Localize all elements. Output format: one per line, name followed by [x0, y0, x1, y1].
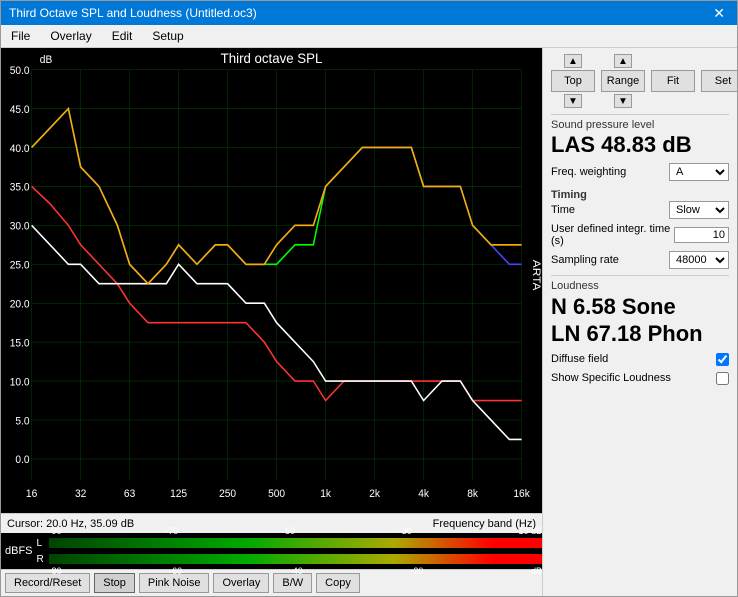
spl-value: LAS 48.83 dB [551, 133, 729, 157]
svg-text:250: 250 [219, 488, 236, 500]
top-down-button[interactable]: ▼ [564, 94, 582, 108]
content-area: 50.0 45.0 40.0 35.0 30.0 25.0 20.0 15.0 … [1, 48, 737, 596]
svg-text:20.0: 20.0 [10, 298, 30, 310]
svg-text:35.0: 35.0 [10, 181, 30, 193]
dbfs-ticks-bottom: -80 -60 -40 -20 dB [49, 566, 542, 576]
svg-text:2k: 2k [369, 488, 380, 500]
top-up-button[interactable]: ▲ [564, 54, 582, 68]
pink-noise-button[interactable]: Pink Noise [139, 573, 210, 593]
freq-weighting-select[interactable]: A B C Z [669, 163, 729, 181]
svg-text:125: 125 [170, 488, 187, 500]
chart-svg: 50.0 45.0 40.0 35.0 30.0 25.0 20.0 15.0 … [1, 48, 542, 513]
time-label: Time [551, 204, 575, 216]
menu-setup[interactable]: Setup [146, 27, 189, 45]
svg-text:45.0: 45.0 [10, 104, 30, 116]
range-down-button[interactable]: ▼ [614, 94, 632, 108]
svg-text:500: 500 [268, 488, 285, 500]
user-defined-input[interactable] [674, 227, 729, 243]
svg-text:dB: dB [40, 54, 52, 66]
user-defined-label: User defined integr. time (s) [551, 223, 672, 247]
svg-text:4k: 4k [418, 488, 429, 500]
svg-text:15.0: 15.0 [10, 337, 30, 349]
svg-text:25.0: 25.0 [10, 259, 30, 271]
fit-ctrl-group: Fit [651, 54, 695, 108]
range-ctrl-group: ▲ Range ▼ [601, 54, 645, 108]
range-label: Range [601, 70, 645, 92]
menu-overlay[interactable]: Overlay [44, 27, 97, 45]
chart-area: 50.0 45.0 40.0 35.0 30.0 25.0 20.0 15.0 … [1, 48, 542, 596]
set-ctrl-group: Set [701, 54, 737, 108]
svg-text:1k: 1k [320, 488, 331, 500]
svg-text:10.0: 10.0 [10, 376, 30, 388]
close-button[interactable]: ✕ [709, 5, 729, 22]
spl-label: Sound pressure level [551, 119, 729, 131]
svg-text:5.0: 5.0 [15, 415, 29, 427]
dbfs-L-label: L [37, 538, 49, 549]
chart-wrapper: 50.0 45.0 40.0 35.0 30.0 25.0 20.0 15.0 … [1, 48, 542, 513]
svg-text:63: 63 [124, 488, 135, 500]
svg-text:30.0: 30.0 [10, 220, 30, 232]
title-bar: Third Octave SPL and Loudness (Untitled.… [1, 1, 737, 25]
svg-text:50.0: 50.0 [10, 65, 30, 77]
dbfs-bar: dBFS L -90 -70 -50 -30 -10 dB [1, 533, 542, 569]
svg-text:ARTA: ARTA [530, 260, 542, 291]
show-specific-label: Show Specific Loudness [551, 372, 671, 384]
copy-button[interactable]: Copy [316, 573, 360, 593]
top-ctrl-group: ▲ Top ▼ [551, 54, 595, 108]
svg-text:32: 32 [75, 488, 86, 500]
loudness-n-value: N 6.58 Sone LN 67.18 Phon [551, 294, 729, 347]
dbfs-scale: L -90 -70 -50 -30 -10 dB R [37, 536, 542, 567]
right-panel: ▲ Top ▼ ▲ Range ▼ Fit Set [542, 48, 737, 596]
spl-section: Sound pressure level LAS 48.83 dB [551, 114, 729, 157]
show-specific-row: Show Specific Loudness [551, 372, 729, 385]
set-button[interactable]: Set [701, 70, 737, 92]
dbfs-row-R: R -80 -60 -40 -20 dB [37, 552, 542, 567]
menu-bar: File Overlay Edit Setup [1, 25, 737, 48]
dbfs-R-bar: -80 -60 -40 -20 dB [49, 554, 542, 564]
bw-button[interactable]: B/W [273, 573, 312, 593]
timing-time-row: Time Slow Fast [551, 201, 729, 219]
time-select[interactable]: Slow Fast [669, 201, 729, 219]
show-specific-checkbox[interactable] [716, 372, 729, 385]
dbfs-R-label: R [37, 554, 49, 565]
svg-text:8k: 8k [467, 488, 478, 500]
svg-text:0.0: 0.0 [15, 454, 29, 466]
top-controls: ▲ Top ▼ ▲ Range ▼ Fit Set [551, 54, 729, 108]
freq-weighting-label: Freq. weighting [551, 166, 626, 178]
diffuse-field-label: Diffuse field [551, 353, 608, 365]
user-defined-row: User defined integr. time (s) [551, 223, 729, 247]
dbfs-label: dBFS [1, 545, 37, 557]
window-title: Third Octave SPL and Loudness (Untitled.… [9, 6, 257, 20]
loudness-label: Loudness [551, 280, 729, 292]
svg-text:Third octave SPL: Third octave SPL [221, 51, 323, 66]
sampling-rate-select[interactable]: 48000 44100 96000 [669, 251, 729, 269]
dbfs-ticks-top: -90 -70 -50 -30 -10 dB [49, 526, 542, 536]
menu-edit[interactable]: Edit [106, 27, 139, 45]
range-up-button[interactable]: ▲ [614, 54, 632, 68]
diffuse-field-checkbox[interactable] [716, 353, 729, 366]
sampling-rate-label: Sampling rate [551, 254, 619, 266]
svg-text:16: 16 [26, 488, 37, 500]
timing-section: Timing Time Slow Fast User defined integ… [551, 187, 729, 269]
freq-weighting-row: Freq. weighting A B C Z [551, 163, 729, 181]
record-reset-button[interactable]: Record/Reset [5, 573, 90, 593]
svg-text:16k: 16k [513, 488, 530, 500]
loudness-section: Loudness N 6.58 Sone LN 67.18 Phon [551, 275, 729, 347]
fit-button[interactable]: Fit [651, 70, 695, 92]
stop-button[interactable]: Stop [94, 573, 135, 593]
timing-label: Timing [551, 189, 729, 201]
diffuse-field-row: Diffuse field [551, 353, 729, 366]
sampling-rate-row: Sampling rate 48000 44100 96000 [551, 251, 729, 269]
overlay-button[interactable]: Overlay [213, 573, 269, 593]
svg-text:40.0: 40.0 [10, 143, 30, 155]
top-button[interactable]: Top [551, 70, 595, 92]
dbfs-L-bar: -90 -70 -50 -30 -10 dB [49, 538, 542, 548]
menu-file[interactable]: File [5, 27, 36, 45]
dbfs-row-L: L -90 -70 -50 -30 -10 dB [37, 536, 542, 551]
main-window: Third Octave SPL and Loudness (Untitled.… [0, 0, 738, 597]
